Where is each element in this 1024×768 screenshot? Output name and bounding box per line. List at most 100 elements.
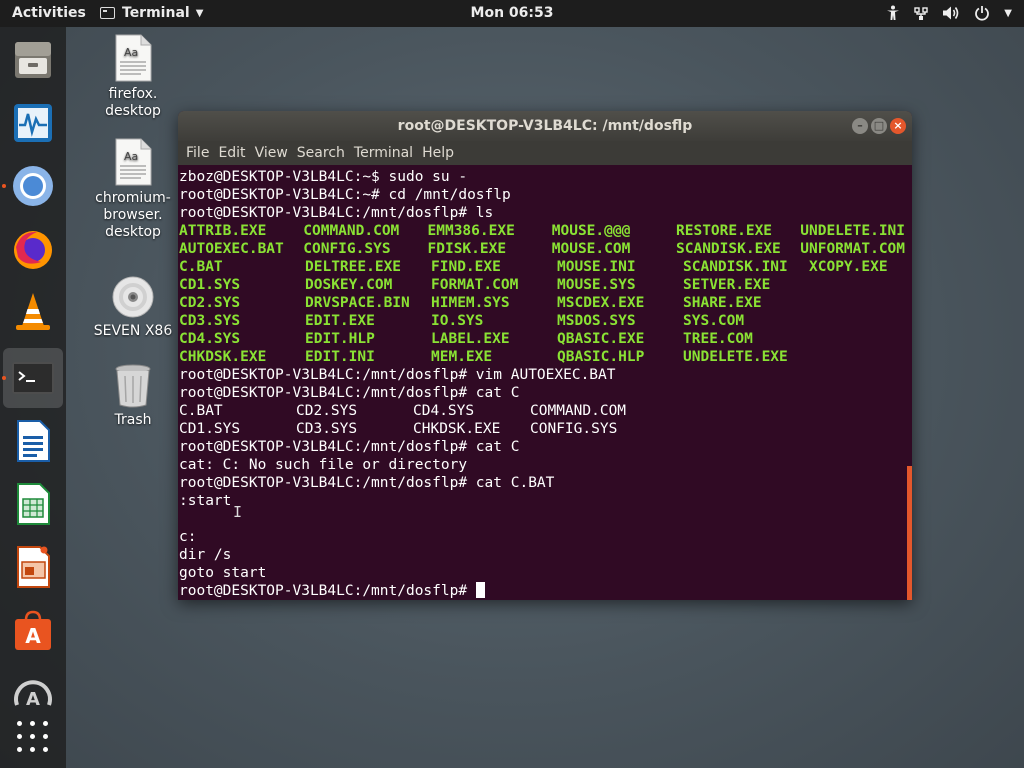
ls-file: MOUSE.INI — [557, 259, 636, 275]
terminal-output[interactable]: zboz@DESKTOP-V3LB4LC:~$ sudo su - root@D… — [179, 166, 905, 600]
completion-row: C.BAT CD2.SYS CD4.SYS COMMAND.COM — [179, 402, 905, 420]
ls-file: LABEL.EXE — [431, 331, 510, 347]
menu-file[interactable]: File — [184, 145, 216, 161]
system-tray[interactable]: ▼ — [886, 3, 1012, 23]
menu-bar: File Edit View Search Terminal Help — [178, 141, 912, 165]
ls-file: CD1.SYS — [179, 277, 241, 293]
ls-file: ATTRIB.EXE — [179, 223, 267, 239]
dock-item-writer[interactable] — [3, 411, 63, 471]
ls-file: SCANDISK.EXE — [676, 241, 781, 257]
file-cabinet-icon — [15, 42, 51, 78]
desktop-icon-chromium[interactable]: Aa chromium- browser. desktop — [88, 138, 178, 241]
volume-icon[interactable] — [942, 5, 960, 21]
app-menu-label: Terminal — [122, 5, 190, 21]
completion-item: C.BAT — [179, 403, 223, 419]
clock[interactable]: Mon 06:53 — [471, 5, 554, 21]
menu-search[interactable]: Search — [295, 145, 352, 161]
menu-edit[interactable]: Edit — [216, 145, 252, 161]
terminal-line: root@DESKTOP-V3LB4LC:/mnt/dosflp# cat C.… — [179, 475, 555, 491]
terminal-window[interactable]: root@DESKTOP-V3LB4LC: /mnt/dosflp – □ × … — [178, 111, 912, 600]
terminal-line: root@DESKTOP-V3LB4LC:/mnt/dosflp# cat C — [179, 439, 520, 455]
ls-row: CD2.SYS DRVSPACE.BIN HIMEM.SYS MSCDEX.EXE SH… — [179, 294, 905, 312]
app-menu[interactable]: Terminal ▼ — [100, 5, 203, 21]
svg-text:Aa: Aa — [124, 150, 138, 163]
text-file-icon: Aa — [115, 34, 152, 82]
calc-icon — [17, 483, 50, 525]
ls-row: ATTRIB.EXE COMMAND.COM EMM386.EXE MOUSE.@@@… — [179, 222, 905, 240]
ls-file: CD3.SYS — [179, 313, 241, 329]
terminal-line: dir /s — [179, 547, 232, 563]
dock-item-updater[interactable]: A — [3, 663, 63, 723]
app-grid-icon[interactable] — [17, 721, 49, 753]
window-title[interactable]: root@DESKTOP-V3LB4LC: /mnt/dosflp — [178, 111, 912, 141]
dock-item-terminal[interactable] — [2, 348, 63, 408]
disc-icon — [112, 276, 154, 318]
minimize-icon: – — [857, 119, 863, 132]
desktop-icon-firefox[interactable]: Aa firefox. desktop — [88, 34, 178, 120]
ls-file: MOUSE.COM — [551, 241, 631, 257]
ls-file: C.BAT — [179, 259, 223, 275]
text-cursor — [475, 582, 485, 598]
activities-button[interactable]: Activities — [12, 5, 86, 21]
network-icon[interactable] — [914, 5, 928, 21]
terminal-prompt-line[interactable]: root@DESKTOP-V3LB4LC:/mnt/dosflp# — [179, 582, 905, 600]
dock-item-files[interactable] — [3, 30, 63, 90]
ls-file: MSCDEX.EXE — [557, 295, 645, 311]
ls-file: SYS.COM — [683, 313, 745, 329]
window-controls: – □ × — [852, 118, 906, 134]
power-icon[interactable] — [974, 5, 990, 21]
chromium-icon — [13, 166, 53, 206]
dock-item-chromium[interactable] — [2, 156, 63, 216]
running-indicator — [2, 184, 6, 188]
desktop-icon-trash[interactable]: Trash — [88, 362, 178, 429]
terminal-line: cat: C: No such file or directory — [179, 457, 468, 473]
completion-item: CD3.SYS — [296, 421, 358, 437]
dock-item-vlc[interactable] — [3, 282, 63, 342]
dock-item-system-monitor[interactable] — [3, 93, 63, 153]
maximize-button[interactable]: □ — [871, 118, 887, 134]
ls-file: MOUSE.@@@ — [551, 223, 631, 239]
ls-file: CD2.SYS — [179, 295, 241, 311]
svg-text:A: A — [25, 624, 41, 648]
ls-file: SETVER.EXE — [683, 277, 771, 293]
ls-file: SCANDISK.INI — [683, 259, 788, 275]
ls-file: UNDELETE.INI — [800, 223, 905, 239]
ls-file: EDIT.EXE — [305, 313, 375, 329]
close-button[interactable]: × — [890, 118, 906, 134]
menu-terminal[interactable]: Terminal — [352, 145, 420, 161]
dock-item-firefox[interactable] — [3, 219, 63, 279]
ls-file: IO.SYS — [431, 313, 484, 329]
desktop-icon-seven-x86[interactable]: SEVEN X86 — [88, 275, 178, 340]
dock-item-software[interactable]: A — [3, 600, 63, 660]
accessibility-icon[interactable] — [886, 5, 900, 21]
ls-file: MSDOS.SYS — [557, 313, 636, 329]
ls-file: EMM386.EXE — [427, 223, 515, 239]
scrollbar[interactable] — [907, 466, 912, 600]
ls-row: C.BAT DELTREE.EXE FIND.EXE MOUSE.INI SCANDIS… — [179, 258, 905, 276]
desktop-icon-label: SEVEN X86 — [93, 323, 173, 339]
ls-file: CONFIG.SYS — [303, 241, 391, 257]
dock-item-calc[interactable] — [3, 474, 63, 534]
software-bag-icon: A — [15, 610, 51, 650]
completion-item: CD1.SYS — [179, 421, 241, 437]
chevron-down-icon[interactable]: ▼ — [1004, 8, 1012, 19]
running-indicator — [2, 376, 6, 380]
ls-file: QBASIC.EXE — [557, 331, 645, 347]
firefox-icon — [14, 231, 52, 269]
dock-item-impress[interactable] — [3, 537, 63, 597]
ls-file: UNFORMAT.COM — [800, 241, 905, 257]
ls-row: CD3.SYS EDIT.EXE IO.SYS MSDOS.SYS SYS.COM — [179, 312, 905, 330]
ls-row: AUTOEXEC.BAT CONFIG.SYS FDISK.EXE MOUSE.COM… — [179, 240, 905, 258]
text-file-icon: Aa — [115, 138, 152, 186]
terminal-prompt: root@DESKTOP-V3LB4LC:/mnt/dosflp# — [179, 583, 476, 599]
ls-file: EDIT.HLP — [305, 331, 375, 347]
desktop-icon-label: Trash — [114, 412, 152, 428]
desktop-icon-label: chromium- browser. desktop — [95, 190, 171, 240]
minimize-button[interactable]: – — [852, 118, 868, 134]
menu-help[interactable]: Help — [420, 145, 461, 161]
ls-file: RESTORE.EXE — [676, 223, 773, 239]
ls-file: DRVSPACE.BIN — [305, 295, 410, 311]
menu-view[interactable]: View — [253, 145, 295, 161]
terminal-line: root@DESKTOP-V3LB4LC:/mnt/dosflp# cat C — [179, 385, 520, 401]
updater-icon: A — [14, 680, 52, 710]
